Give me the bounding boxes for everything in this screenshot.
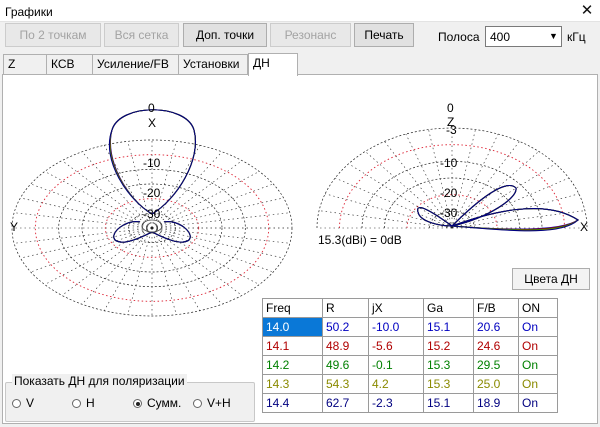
- grid-spoke: [451, 193, 579, 229]
- table-cell[interactable]: 14.2: [262, 355, 323, 375]
- elevation-side-lobe: [450, 185, 517, 227]
- radio-sum-label: Сумм.: [147, 396, 182, 410]
- center-ring: [141, 219, 163, 233]
- table-cell[interactable]: 15.2: [423, 336, 474, 356]
- radio-h-label: H: [86, 396, 95, 410]
- grid-spoke: [20, 227, 153, 259]
- elevation-side-lobe: [450, 185, 517, 227]
- table-cell[interactable]: 15.1: [423, 393, 474, 413]
- elevation-label-m30: -30: [440, 206, 458, 220]
- table-row[interactable]: 14.4 62.7 -2.3 15.1 18.9 On: [262, 393, 558, 413]
- gain-reference-label: 15.3(dBi) = 0dB: [318, 233, 402, 247]
- table-cell[interactable]: 15.1: [423, 317, 474, 337]
- table-cell[interactable]: 54.3: [322, 374, 369, 394]
- grid-spoke: [151, 151, 223, 229]
- elevation-label-0: 0: [447, 101, 454, 115]
- grid-spoke: [151, 227, 201, 311]
- column-header[interactable]: Ga: [423, 298, 474, 318]
- table-cell[interactable]: 14.0: [262, 317, 323, 337]
- table-cell[interactable]: On: [518, 374, 558, 394]
- table-row[interactable]: 14.0 50.2 -10.0 15.1 20.6 On: [262, 317, 558, 337]
- radio-v[interactable]: V: [12, 396, 34, 410]
- table-cell[interactable]: 24.6: [473, 336, 519, 356]
- azimuth-label-m20: -20: [143, 186, 161, 200]
- radio-h-indicator: [72, 399, 81, 408]
- azimuth-axis-x: X: [148, 116, 156, 130]
- grid-spoke: [151, 212, 290, 229]
- table-cell[interactable]: 15.3: [423, 355, 474, 375]
- table-cell[interactable]: 62.7: [322, 393, 369, 413]
- column-header[interactable]: ON: [518, 298, 558, 318]
- grid-spoke: [30, 227, 153, 273]
- table-cell[interactable]: -2.3: [368, 393, 424, 413]
- radio-vh-label: V+H: [207, 396, 231, 410]
- radio-v-indicator: [12, 399, 21, 408]
- elevation-side-lobe: [450, 185, 517, 227]
- column-header[interactable]: R: [322, 298, 369, 318]
- grid-spoke: [151, 227, 284, 259]
- table-cell[interactable]: 18.9: [473, 393, 519, 413]
- grid-spoke: [151, 227, 274, 273]
- radio-v-label: V: [26, 396, 35, 410]
- table-cell[interactable]: On: [518, 336, 558, 356]
- table-cell[interactable]: 29.5: [473, 355, 519, 375]
- table-cell[interactable]: 49.6: [322, 355, 369, 375]
- elevation-label-m10: -10: [440, 156, 458, 170]
- pattern-colors-button[interactable]: Цвета ДН: [512, 268, 590, 290]
- elevation-side-lobe: [450, 185, 517, 227]
- azimuth-label-0: 0: [148, 101, 155, 115]
- grid-spoke: [20, 197, 153, 229]
- radio-v-plus-h[interactable]: V+H: [193, 396, 231, 410]
- grid-spoke: [151, 227, 223, 305]
- table-row[interactable]: 14.2 49.6 -0.1 15.3 29.5 On: [262, 355, 558, 375]
- azimuth-axis-y: Y: [10, 220, 18, 234]
- azimuth-label-m10: -10: [143, 156, 161, 170]
- grid-spoke: [151, 197, 284, 229]
- radio-vh-indicator: [193, 399, 202, 408]
- table-cell[interactable]: 15.3: [423, 374, 474, 394]
- azimuth-label-m30: -30: [143, 207, 161, 221]
- column-header[interactable]: jX: [368, 298, 424, 318]
- table-cell[interactable]: 14.4: [262, 393, 323, 413]
- elevation-side-lobe: [450, 185, 517, 227]
- elevation-label-m3: -3: [446, 123, 457, 137]
- column-header[interactable]: F/B: [473, 298, 519, 318]
- grid-spoke: [14, 212, 153, 229]
- table-row[interactable]: 14.3 54.3 4.2 15.3 25.0 On: [262, 374, 558, 394]
- table-cell[interactable]: On: [518, 393, 558, 413]
- table-cell[interactable]: 14.3: [262, 374, 323, 394]
- table-header-row: Freq R jX Ga F/B ON: [262, 298, 558, 318]
- table-cell[interactable]: 20.6: [473, 317, 519, 337]
- table-cell[interactable]: -10.0: [368, 317, 424, 337]
- table-cell[interactable]: -0.1: [368, 355, 424, 375]
- table-cell[interactable]: 48.9: [322, 336, 369, 356]
- table-cell[interactable]: -5.6: [368, 336, 424, 356]
- table-cell[interactable]: 4.2: [368, 374, 424, 394]
- polarization-title: Показать ДН для поляризации: [12, 374, 187, 388]
- radio-h[interactable]: H: [72, 396, 95, 410]
- radio-sum-indicator: [133, 399, 142, 408]
- radio-sum[interactable]: Сумм.: [133, 396, 181, 410]
- elevation-axis-x: X: [580, 220, 588, 234]
- table-cell[interactable]: 25.0: [473, 374, 519, 394]
- elevation-label-m20: -20: [440, 186, 458, 200]
- table-cell[interactable]: 50.2: [322, 317, 369, 337]
- table-cell[interactable]: On: [518, 317, 558, 337]
- column-header[interactable]: Freq: [262, 298, 323, 318]
- table-cell[interactable]: On: [518, 355, 558, 375]
- grid-spoke: [103, 227, 153, 311]
- table-cell[interactable]: 14.1: [262, 336, 323, 356]
- grid-spoke: [81, 227, 153, 305]
- tab-pattern[interactable]: ДН: [248, 53, 298, 76]
- table-row[interactable]: 14.1 48.9 -5.6 15.2 24.6 On: [262, 336, 558, 356]
- frequency-table: Freq R jX Ga F/B ON 14.0 50.2 -10.0 15.1 20.…: [262, 298, 558, 413]
